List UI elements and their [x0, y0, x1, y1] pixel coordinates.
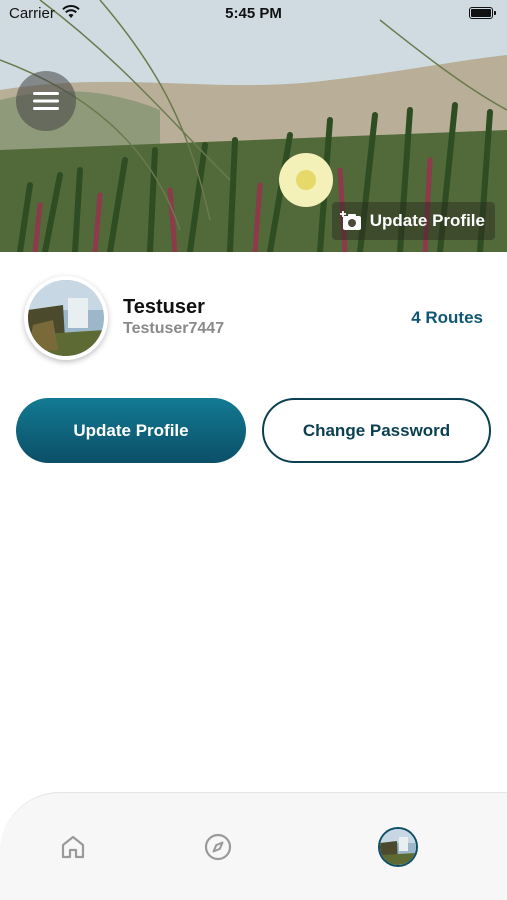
change-password-label: Change Password	[302, 420, 451, 440]
change-password-button[interactable]: Change Password	[262, 398, 491, 463]
tab-home[interactable]	[53, 827, 93, 867]
tab-profile[interactable]	[378, 827, 418, 867]
tab-explore[interactable]	[198, 827, 238, 867]
bottom-tab-bar	[0, 792, 507, 900]
username: Testuser7447	[123, 320, 225, 337]
update-profile-button[interactable]: Update Profile	[16, 398, 246, 463]
menu-button[interactable]	[16, 71, 76, 131]
hamburger-icon	[33, 92, 59, 110]
update-cover-button[interactable]: Update Profile	[331, 202, 495, 240]
update-cover-label: Update Profile	[369, 211, 485, 230]
clock-time: 5:45 PM	[225, 5, 282, 22]
avatar-image	[28, 280, 104, 356]
compass-icon	[204, 833, 232, 861]
profile-tab-avatar	[380, 829, 416, 865]
home-icon	[61, 835, 85, 859]
battery-icon	[469, 7, 496, 19]
update-profile-label: Update Profile	[73, 420, 189, 440]
display-name: Testuser	[123, 296, 205, 318]
add-photo-icon	[339, 211, 361, 230]
routes-count-link[interactable]: 4 Routes	[411, 308, 483, 328]
profile-avatar[interactable]	[24, 276, 108, 360]
status-bar: Carrier 5:45 PM	[0, 0, 507, 28]
